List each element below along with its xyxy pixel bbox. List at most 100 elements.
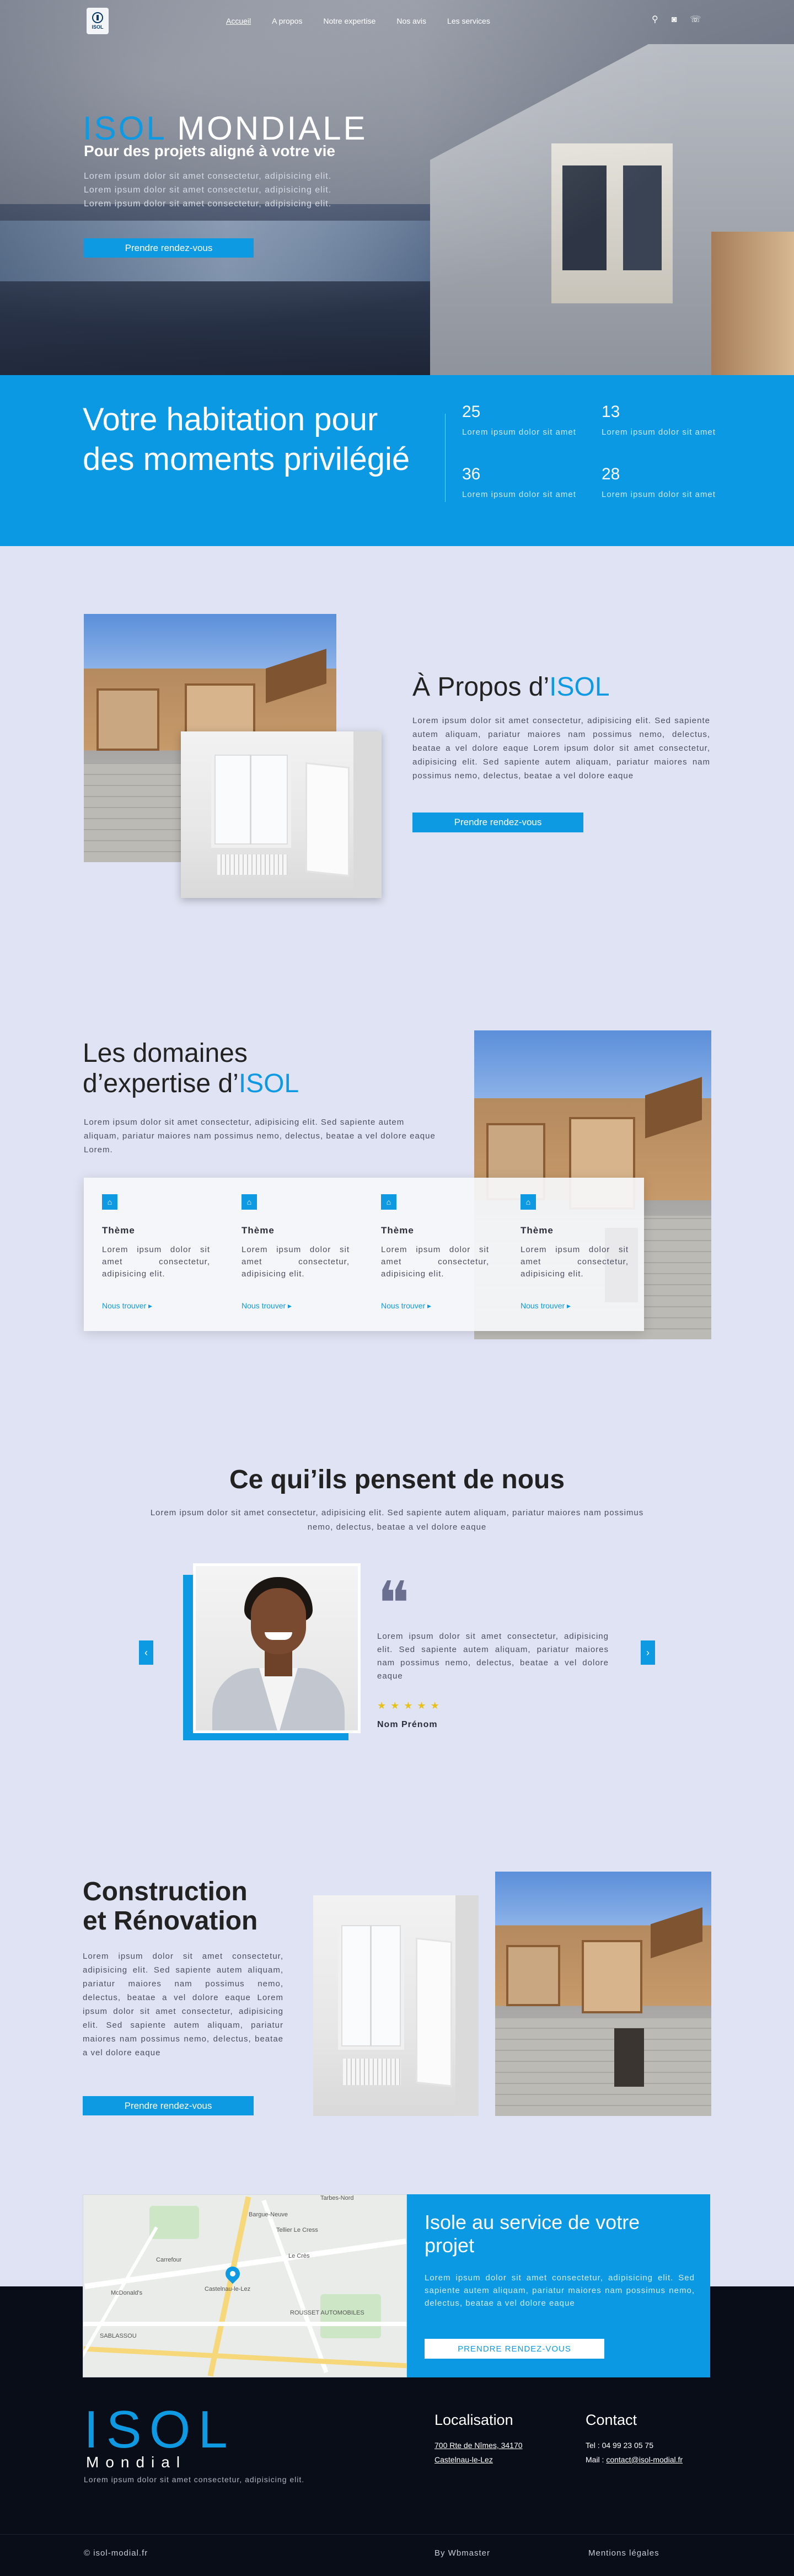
quote-icon: ❝ xyxy=(377,1568,410,1639)
construction-heading: Construction et Rénovation xyxy=(83,1877,347,1936)
map-label: McDonald's xyxy=(111,2290,143,2296)
room-radiator xyxy=(217,854,287,875)
band-heading: Votre habitation pour des moments privil… xyxy=(83,402,410,477)
main-nav: Accueil A propos Notre expertise Nos avi… xyxy=(226,17,511,25)
domains-heading-accent: ISOL xyxy=(238,1069,299,1098)
footer-tel[interactable]: Tel : 04 99 23 05 75 xyxy=(586,2441,653,2450)
arrow-right-icon: ▸ xyxy=(427,1301,432,1310)
map-road xyxy=(84,2238,406,2289)
stat-text: Lorem ipsum dolor sit amet xyxy=(462,490,576,499)
card-text: Lorem ipsum dolor sit amet consectetur, … xyxy=(381,1245,489,1279)
map-label: Tarbes-Nord xyxy=(320,2195,354,2201)
stat-text: Lorem ipsum dolor sit amet xyxy=(602,490,716,499)
footer-contact: Tel : 04 99 23 05 75 Mail : contact@isol… xyxy=(586,2438,683,2467)
testimonial-quote: Lorem ipsum dolor sit amet consectetur, … xyxy=(377,1632,609,1681)
star-icon: ★ xyxy=(377,1700,387,1711)
map-label: Carrefour xyxy=(156,2257,182,2263)
home-icon: ⌂ xyxy=(242,1194,257,1210)
instagram-icon[interactable]: ◙ xyxy=(672,15,677,24)
hero: ISOL Accueil A propos Notre expertise No… xyxy=(0,0,794,375)
nav-item-accueil[interactable]: Accueil xyxy=(226,17,251,25)
card-text: Lorem ipsum dolor sit amet consectetur, … xyxy=(242,1245,350,1279)
about-heading-accent: ISOL xyxy=(549,672,610,702)
card-title: Thème xyxy=(242,1225,275,1236)
footer-address[interactable]: 700 Rte de Nîmes, 34170 Castelnau-le-Lez xyxy=(434,2438,523,2467)
map-park xyxy=(149,2206,199,2239)
about-appointment-button[interactable]: Prendre rendez-vous xyxy=(412,813,583,832)
cta-text: Lorem ipsum dolor sit amet consectetur, … xyxy=(425,2273,695,2308)
room-door xyxy=(416,1937,452,2087)
logo-icon xyxy=(92,12,103,23)
footer-address-line2: Castelnau-le-Lez xyxy=(434,2455,493,2464)
testimonial-name: Nom Prénom xyxy=(377,1720,438,1729)
card-link[interactable]: Nous trouver ▸ xyxy=(521,1301,629,1311)
about-heading: À Propos d’ISOL xyxy=(412,672,610,702)
card-link[interactable]: Nous trouver ▸ xyxy=(381,1301,489,1311)
carousel-next-button[interactable]: › xyxy=(641,1640,655,1665)
star-icon: ★ xyxy=(417,1700,426,1711)
hero-title-accent: ISOL xyxy=(83,110,166,147)
location-pin-icon[interactable]: ⚲ xyxy=(652,15,658,24)
footer-divider xyxy=(0,2534,794,2535)
footer-logo-sub: Mondial xyxy=(86,2454,187,2471)
avatar-smile xyxy=(265,1632,292,1640)
footer-copyright: © isol-modial.fr xyxy=(84,2548,148,2558)
about-heading-prefix: À Propos d’ xyxy=(412,672,550,702)
footer-credit[interactable]: By Wbmaster xyxy=(434,2548,490,2558)
domains-heading-line2: d’expertise d’ xyxy=(83,1069,239,1098)
cta-appointment-button[interactable]: PRENDRE RENDEZ-VOUS xyxy=(425,2339,604,2359)
stat-item: 13 Lorem ipsum dolor sit amet xyxy=(602,403,728,439)
home-icon: ⌂ xyxy=(521,1194,536,1210)
construction-appointment-button[interactable]: Prendre rendez-vous xyxy=(83,2096,254,2115)
card-link-label: Nous trouver xyxy=(521,1301,565,1310)
chevron-left-icon: ‹ xyxy=(144,1647,148,1658)
card-link[interactable]: Nous trouver ▸ xyxy=(102,1301,210,1311)
card-link[interactable]: Nous trouver ▸ xyxy=(242,1301,350,1311)
card-title: Thème xyxy=(102,1225,135,1236)
house-roof xyxy=(651,1907,703,1959)
home-icon: ⌂ xyxy=(102,1194,117,1210)
domain-card: ⌂ Thème Lorem ipsum dolor sit amet conse… xyxy=(242,1194,350,1311)
about-room-image xyxy=(181,731,382,898)
map-label: ROUSSET AUTOMOBILES xyxy=(290,2310,364,2316)
room-wall xyxy=(353,731,382,898)
stat-item: 36 Lorem ipsum dolor sit amet xyxy=(462,465,589,501)
site-logo[interactable]: ISOL xyxy=(87,8,109,34)
card-link-label: Nous trouver xyxy=(381,1301,426,1310)
nav-item-services[interactable]: Les services xyxy=(447,17,490,25)
map-label: SABLASSOU xyxy=(100,2333,137,2339)
stat-number: 36 xyxy=(462,465,481,483)
arrow-right-icon: ▸ xyxy=(567,1301,571,1310)
construction-text: Lorem ipsum dolor sit amet consectetur, … xyxy=(83,1952,283,2057)
cta-heading: Isole au service de votre projet xyxy=(425,2211,640,2257)
footer-mail-link[interactable]: contact@isol-modial.fr xyxy=(606,2455,683,2464)
room-window xyxy=(338,1922,404,2050)
cta-panel: Isole au service de votre projet Lorem i… xyxy=(407,2194,710,2377)
nav-item-expertise[interactable]: Notre expertise xyxy=(323,17,375,25)
card-link-label: Nous trouver xyxy=(242,1301,286,1310)
page: ISOL Accueil A propos Notre expertise No… xyxy=(0,0,794,2576)
nav-item-a-propos[interactable]: A propos xyxy=(272,17,302,25)
stat-number: 28 xyxy=(602,465,620,483)
hero-title-rest: MONDIALE xyxy=(177,110,368,147)
footer-legal-link[interactable]: Mentions légales xyxy=(588,2548,659,2558)
map-label: Tellier Le Cress xyxy=(276,2227,318,2233)
domain-card: ⌂ Thème Lorem ipsum dolor sit amet conse… xyxy=(102,1194,210,1311)
domains-cards: ⌂ Thème Lorem ipsum dolor sit amet conse… xyxy=(84,1178,644,1331)
house-frame xyxy=(96,688,160,751)
room-door xyxy=(305,762,350,877)
map-park xyxy=(320,2294,381,2338)
house-frame xyxy=(506,1944,560,2006)
map-label: Le Crès xyxy=(288,2253,310,2259)
arrow-right-icon: ▸ xyxy=(288,1301,292,1310)
carousel-prev-button[interactable]: ‹ xyxy=(139,1640,153,1665)
location-map[interactable]: Bargue-Neuve Tarbes-Nord Le Crès Casteln… xyxy=(83,2194,407,2377)
house-door xyxy=(614,2028,645,2087)
band-divider xyxy=(445,414,446,502)
card-link-label: Nous trouver xyxy=(102,1301,147,1310)
nav-item-avis[interactable]: Nos avis xyxy=(396,17,426,25)
phone-icon[interactable]: ☏ xyxy=(690,15,701,24)
map-label: Bargue-Neuve xyxy=(249,2211,288,2218)
map-highway xyxy=(83,2346,406,2369)
hero-appointment-button[interactable]: Prendre rendez-vous xyxy=(84,238,254,258)
